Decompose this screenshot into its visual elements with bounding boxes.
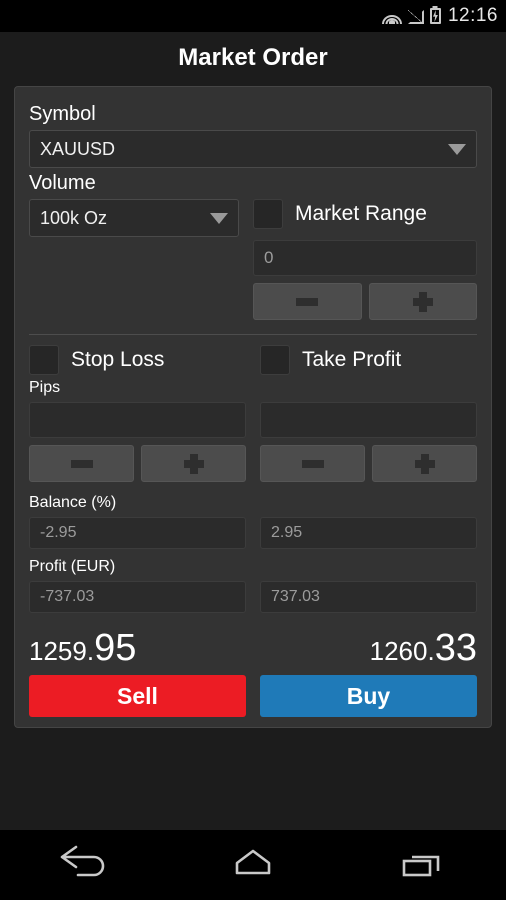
battery-charging-icon [429,8,441,24]
volume-value: 100k Oz [40,207,108,228]
order-form-card: Symbol XAUUSD Volume 100k Oz Market Rang… [14,86,492,728]
symbol-dropdown[interactable]: XAUUSD [29,130,477,168]
stop-loss-plus-button[interactable] [141,445,246,482]
back-icon[interactable] [52,843,116,887]
take-profit-minus-button[interactable] [260,445,365,482]
balance-label: Balance (%) [29,494,117,511]
plus-icon [412,291,433,312]
wifi-icon [381,9,402,24]
app-screen: 12:16 Market Order Symbol XAUUSD Volume … [0,0,506,900]
minus-icon [70,459,93,468]
profit-row: -737.03 737.03 [29,581,477,613]
stop-loss-checkbox[interactable] [29,345,59,375]
volume-column: 100k Oz [29,199,239,237]
market-range-checkbox[interactable] [253,199,283,229]
profit-sell-input[interactable]: -737.03 [29,581,246,613]
profit-sell-value: -737.03 [40,588,95,605]
sell-button[interactable]: Sell [29,675,246,717]
profit-buy-column: 737.03 [260,581,477,613]
take-profit-label: Take Profit [302,348,402,371]
balance-sell-value: -2.95 [40,524,77,541]
quote-prices: 1259.95 1260.33 [29,629,477,667]
profit-sell-column: -737.03 [29,581,246,613]
recents-icon[interactable] [390,843,454,887]
home-icon[interactable] [221,843,285,887]
take-profit-pips-column [260,402,477,482]
chevron-down-icon [448,143,466,155]
section-divider [29,334,477,335]
take-profit-stepper [260,445,477,482]
page-title: Market Order [178,44,328,71]
market-range-value: 0 [264,248,274,267]
sell-price-integer: 1259. [29,636,95,666]
balance-sell-column: -2.95 [29,517,246,549]
symbol-value: XAUUSD [40,138,116,159]
minus-icon [296,297,319,306]
stop-loss-column: Stop Loss [29,345,246,375]
balance-buy-value: 2.95 [271,524,303,541]
chevron-down-icon [210,212,228,224]
symbol-label: Symbol [29,103,96,125]
market-range-stepper [253,283,477,320]
buy-price: 1260.33 [253,629,477,667]
stop-loss-label: Stop Loss [71,348,165,371]
balance-row: -2.95 2.95 [29,517,477,549]
buy-price-integer: 1260. [369,636,435,666]
market-range-row[interactable]: Market Range [253,199,477,229]
volume-section: 100k Oz Market Range 0 [29,199,477,320]
stop-loss-minus-button[interactable] [29,445,134,482]
take-profit-column: Take Profit [260,345,477,375]
take-profit-row[interactable]: Take Profit [260,345,477,375]
status-icons [381,8,441,24]
take-profit-checkbox[interactable] [260,345,290,375]
buy-button[interactable]: Buy [260,675,477,717]
market-range-minus-button[interactable] [253,283,362,320]
signal-icon [407,10,424,24]
balance-buy-column: 2.95 [260,517,477,549]
buy-price-decimal: 33 [434,627,477,669]
market-range-column: Market Range 0 [253,199,477,320]
profit-buy-value: 737.03 [271,588,320,605]
android-nav-bar [0,830,506,900]
status-time: 12:16 [447,5,498,26]
take-profit-input[interactable] [260,402,477,438]
stop-loss-pips-column [29,402,246,482]
stop-loss-stepper [29,445,246,482]
take-profit-plus-button[interactable] [372,445,477,482]
status-bar: 12:16 [0,0,506,32]
plus-icon [414,453,435,474]
volume-label: Volume [29,172,96,194]
pips-label: Pips [29,379,61,396]
stop-loss-input[interactable] [29,402,246,438]
plus-icon [183,453,204,474]
minus-icon [301,459,324,468]
trade-actions: Sell Buy [29,675,477,717]
sl-tp-row: Stop Loss Take Profit [29,345,477,375]
sell-price: 1259.95 [29,629,253,667]
market-range-label: Market Range [295,202,427,225]
balance-sell-input[interactable]: -2.95 [29,517,246,549]
volume-dropdown[interactable]: 100k Oz [29,199,239,237]
market-range-plus-button[interactable] [368,283,477,320]
balance-buy-input[interactable]: 2.95 [260,517,477,549]
pips-inputs-row [29,402,477,482]
profit-label: Profit (EUR) [29,558,116,575]
market-range-input[interactable]: 0 [253,240,477,276]
sell-price-decimal: 95 [94,627,137,669]
stop-loss-row[interactable]: Stop Loss [29,345,246,375]
profit-buy-input[interactable]: 737.03 [260,581,477,613]
